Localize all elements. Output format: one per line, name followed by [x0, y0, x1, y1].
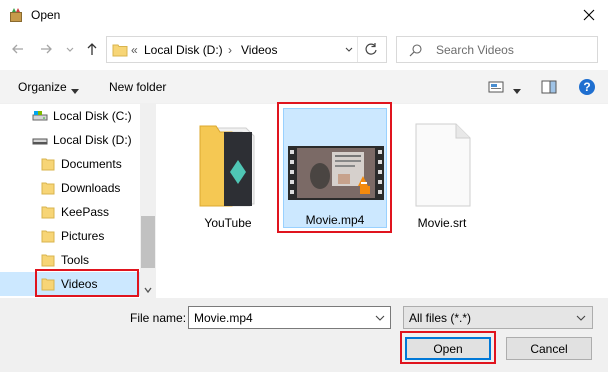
breadcrumb-drive[interactable]: Local Disk (D:)	[144, 43, 223, 57]
folder-icon	[41, 181, 55, 198]
title-bar: Open	[0, 0, 608, 30]
folder-icon	[196, 118, 260, 213]
breadcrumb-videos[interactable]: Videos	[241, 43, 277, 57]
chevron-down-icon	[576, 315, 586, 321]
nav-item-label: Pictures	[61, 229, 105, 243]
nav-item-label: Tools	[61, 253, 90, 267]
close-button[interactable]	[578, 4, 600, 26]
change-view-button[interactable]	[488, 80, 504, 97]
file-list: YouTube Movie.mp4 Movie.srt	[160, 104, 608, 298]
chevron-down-icon	[375, 315, 385, 321]
forward-button[interactable]	[38, 41, 54, 57]
app-icon	[8, 7, 24, 23]
folder-icon	[41, 229, 55, 246]
nav-item-label: Downloads	[61, 181, 121, 195]
cancel-button[interactable]: Cancel	[506, 337, 592, 360]
search-icon	[409, 43, 423, 60]
dialog-footer: File name: Movie.mp4 All files (*.*) Ope…	[0, 298, 608, 372]
scroll-down-button[interactable]	[142, 284, 154, 296]
window-title: Open	[31, 8, 61, 22]
chevron-down-icon	[345, 47, 353, 52]
help-icon[interactable]: ?	[579, 79, 595, 95]
nav-item-local-disk-c[interactable]: Local Disk (C:)	[0, 104, 140, 128]
search-input[interactable]: Search Videos	[396, 36, 598, 63]
nav-item-downloads[interactable]: Downloads	[0, 176, 140, 200]
file-item-youtube[interactable]: YouTube	[176, 112, 280, 232]
video-thumbnail-icon	[288, 146, 384, 203]
recent-locations-button[interactable]	[62, 41, 78, 57]
back-arrow-icon	[12, 44, 23, 54]
view-dropdown-icon[interactable]	[513, 84, 521, 98]
view-icon	[488, 81, 504, 93]
forward-arrow-icon	[41, 44, 52, 54]
refresh-button[interactable]	[364, 42, 380, 58]
up-arrow-icon	[87, 43, 97, 55]
nav-item-label: Videos	[61, 277, 98, 291]
command-toolbar: Organize New folder ?	[0, 70, 608, 104]
chevron-down-icon	[144, 287, 152, 294]
file-type-value: All files (*.*)	[409, 311, 472, 325]
back-button[interactable]	[10, 41, 26, 57]
nav-scrollbar[interactable]	[140, 104, 156, 298]
search-placeholder: Search Videos	[436, 43, 514, 57]
nav-item-videos[interactable]: Videos	[0, 272, 140, 296]
file-name-value: Movie.mp4	[194, 311, 253, 325]
address-bar[interactable]: « Local Disk (D:) › Videos	[106, 36, 387, 63]
folder-icon	[41, 205, 55, 222]
nav-item-local-disk-d[interactable]: Local Disk (D:)	[0, 128, 140, 152]
nav-item-label: Local Disk (C:)	[53, 109, 132, 123]
organize-dropdown-icon[interactable]	[71, 84, 79, 98]
nav-item-label: KeePass	[61, 205, 110, 219]
file-name: YouTube	[204, 216, 252, 230]
nav-item-documents[interactable]: Documents	[0, 152, 140, 176]
nav-item-pictures[interactable]: Pictures	[0, 224, 140, 248]
up-button[interactable]	[84, 41, 100, 57]
breadcrumb-separator[interactable]: ›	[228, 43, 232, 57]
navigation-pane: Local Disk (C:) Local Disk (D:) Document…	[0, 104, 156, 298]
folder-icon	[41, 157, 55, 174]
nav-item-keepass[interactable]: KeePass	[0, 200, 140, 224]
file-name-label: File name:	[130, 311, 187, 325]
nav-item-label: Documents	[61, 157, 122, 171]
nav-scrollbar-thumb[interactable]	[141, 216, 155, 268]
nav-item-tools[interactable]: Tools	[0, 248, 140, 272]
folder-icon	[41, 253, 55, 270]
file-name-field[interactable]: Movie.mp4	[188, 306, 391, 329]
nav-item-label: Local Disk (D:)	[53, 133, 132, 147]
file-item-movie-srt[interactable]: Movie.srt	[390, 112, 494, 232]
folder-icon	[112, 43, 128, 60]
file-type-select[interactable]: All files (*.*)	[403, 306, 593, 329]
file-name-dropdown[interactable]	[374, 312, 386, 327]
drive-icon	[32, 109, 48, 126]
refresh-icon	[365, 43, 377, 55]
organize-button[interactable]: Organize	[18, 80, 67, 94]
file-type-dropdown[interactable]	[575, 312, 587, 327]
chevron-down-icon	[66, 47, 74, 52]
open-button[interactable]: Open	[405, 337, 491, 360]
file-item-movie-mp4[interactable]: Movie.mp4	[283, 108, 387, 228]
navigation-row: « Local Disk (D:) › Videos Search Videos	[0, 30, 608, 70]
file-name: Movie.mp4	[305, 213, 365, 227]
document-icon	[412, 118, 472, 213]
close-icon	[583, 9, 595, 21]
new-folder-button[interactable]: New folder	[109, 80, 166, 94]
divider	[357, 37, 358, 62]
file-name: Movie.srt	[417, 216, 467, 230]
address-overflow[interactable]: «	[131, 43, 138, 57]
drive-icon	[32, 133, 48, 150]
preview-pane-button[interactable]	[541, 80, 557, 97]
address-dropdown-button[interactable]	[344, 43, 358, 57]
folder-icon	[41, 277, 55, 294]
preview-pane-icon	[541, 80, 557, 94]
